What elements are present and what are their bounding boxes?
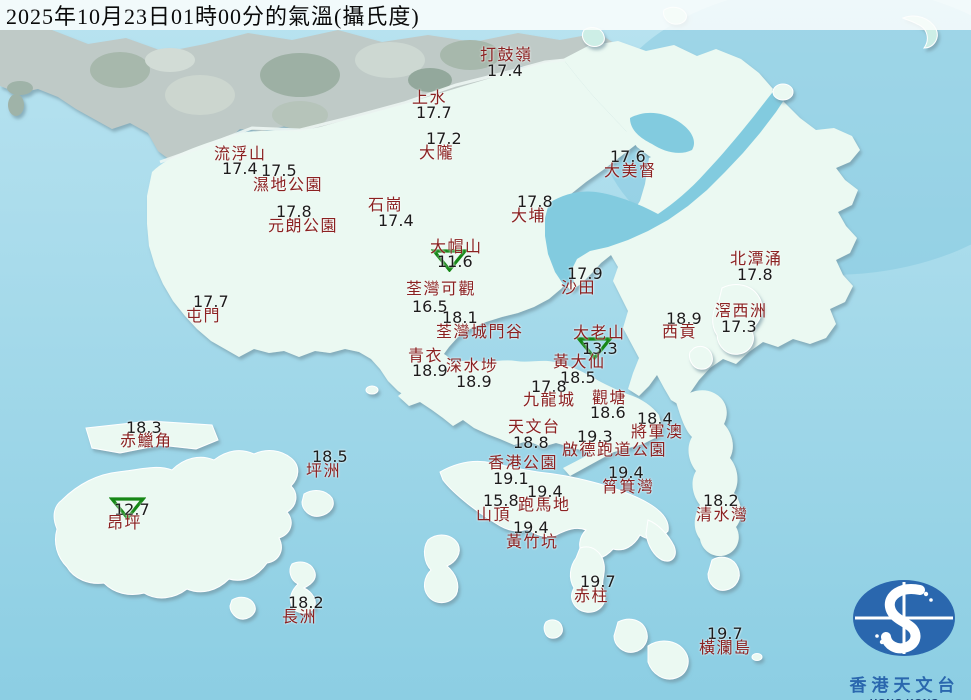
station-label: 香港公園 bbox=[488, 455, 558, 472]
station-label: 筲箕灣 bbox=[602, 479, 655, 496]
station-label: 打鼓嶺 bbox=[480, 47, 533, 64]
station-label: 石崗 bbox=[368, 197, 403, 214]
station-label: 青衣 bbox=[408, 348, 443, 365]
station-label: 觀塘 bbox=[592, 390, 627, 407]
station-label: 流浮山 bbox=[214, 146, 267, 163]
station-label: 坪洲 bbox=[306, 463, 341, 480]
station-label: 西貢 bbox=[662, 324, 697, 341]
station-temperature: 17.4 bbox=[487, 63, 523, 79]
station-label: 大老山 bbox=[573, 325, 626, 342]
station-label: 上水 bbox=[412, 90, 447, 107]
station-label: 昂坪 bbox=[107, 515, 142, 532]
station-label: 清水灣 bbox=[696, 507, 749, 524]
station-label: 濕地公園 bbox=[253, 177, 323, 194]
title-bar: 2025年10月23日01時00分的氣溫(攝氏度) bbox=[0, 0, 971, 30]
station-label: 啟德跑道公園 bbox=[562, 442, 667, 459]
station-temperature: 17.4 bbox=[378, 213, 414, 229]
station-label: 九龍城 bbox=[523, 392, 576, 409]
station-label: 大帽山 bbox=[430, 239, 483, 256]
station-label: 赤柱 bbox=[574, 588, 609, 605]
station-label: 屯門 bbox=[186, 308, 221, 325]
station-label: 赤鱲角 bbox=[120, 433, 173, 450]
station-label: 元朗公園 bbox=[268, 218, 338, 235]
station-label: 北潭涌 bbox=[730, 251, 783, 268]
station-label: 跑馬地 bbox=[518, 497, 571, 514]
hko-emblem-icon bbox=[838, 572, 971, 664]
station-temperature: 18.6 bbox=[590, 405, 626, 421]
station-label: 大隴 bbox=[419, 145, 454, 162]
station-label: 大埔 bbox=[511, 208, 546, 225]
hko-logo-chinese-name: 香港天文台 bbox=[838, 671, 971, 696]
station-temperature: 18.9 bbox=[412, 363, 448, 379]
station-temperature: 17.7 bbox=[416, 105, 452, 121]
station-label: 橫瀾島 bbox=[699, 640, 752, 657]
station-label: 黃竹坑 bbox=[506, 534, 559, 551]
station-temperature: 18.9 bbox=[456, 374, 492, 390]
map-title: 2025年10月23日01時00分的氣溫(攝氏度) bbox=[0, 0, 420, 31]
station-label: 荃灣城門谷 bbox=[436, 324, 524, 341]
station-temperature: 19.1 bbox=[493, 471, 529, 487]
stations-layer: 17.4打鼓嶺17.7上水17.2大隴17.4流浮山17.5濕地公園17.6大美… bbox=[0, 0, 971, 700]
station-label: 將軍澳 bbox=[631, 424, 684, 441]
station-label: 山頂 bbox=[476, 507, 511, 524]
station-label: 深水埗 bbox=[446, 358, 499, 375]
station-temperature: 18.8 bbox=[513, 435, 549, 451]
station-temperature: 17.4 bbox=[222, 161, 258, 177]
station-temperature: 17.8 bbox=[737, 267, 773, 283]
station-temperature: 11.6 bbox=[437, 254, 473, 270]
hko-logo: 香港天文台 HONG KONG OBSERVATORY bbox=[838, 572, 971, 698]
weather-map: 17.4打鼓嶺17.7上水17.2大隴17.4流浮山17.5濕地公園17.6大美… bbox=[0, 0, 971, 700]
station-label: 天文台 bbox=[508, 419, 561, 436]
station-label: 黃大仙 bbox=[553, 354, 606, 371]
station-label: 沙田 bbox=[561, 280, 596, 297]
station-temperature: 17.3 bbox=[721, 319, 757, 335]
station-label: 滘西洲 bbox=[715, 303, 768, 320]
station-label: 荃灣可觀 bbox=[406, 281, 476, 298]
station-label: 長洲 bbox=[282, 609, 317, 626]
station-label: 大美督 bbox=[604, 163, 657, 180]
